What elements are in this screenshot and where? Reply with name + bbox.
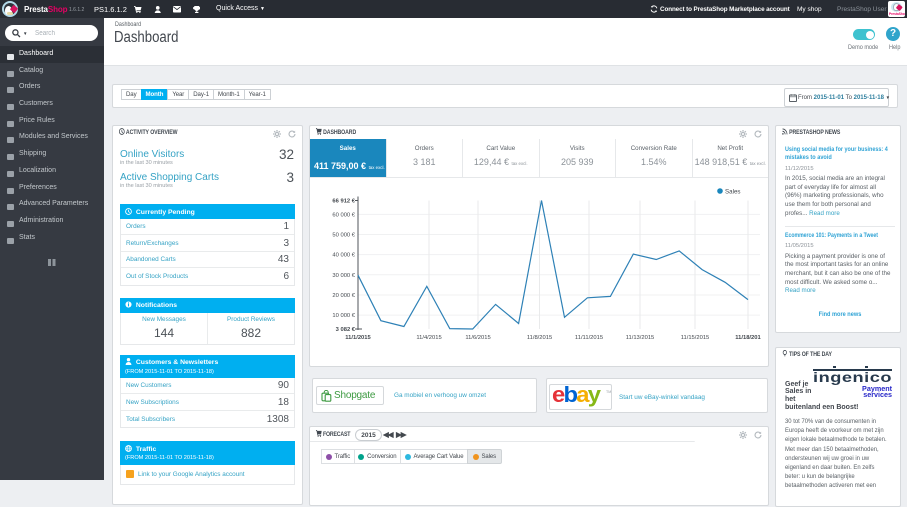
- svg-text:30 000 €: 30 000 €: [332, 273, 355, 279]
- svg-text:11/6/2015: 11/6/2015: [465, 335, 490, 341]
- svg-text:11/18/201: 11/18/201: [735, 335, 761, 341]
- svg-text:11/4/2015: 11/4/2015: [416, 335, 441, 341]
- svg-text:Sales: Sales: [725, 189, 740, 196]
- svg-text:50 000 €: 50 000 €: [332, 233, 355, 239]
- svg-text:40 000 €: 40 000 €: [332, 253, 355, 259]
- svg-text:3 082 €: 3 082 €: [336, 327, 356, 333]
- svg-text:20 000 €: 20 000 €: [332, 293, 355, 299]
- svg-text:11/8/2015: 11/8/2015: [527, 335, 552, 341]
- svg-text:60 000 €: 60 000 €: [332, 212, 355, 218]
- svg-text:11/15/2015: 11/15/2015: [681, 335, 710, 341]
- svg-text:11/13/2015: 11/13/2015: [626, 335, 655, 341]
- svg-text:11/11/2015: 11/11/2015: [575, 335, 603, 341]
- svg-text:10 000 €: 10 000 €: [332, 313, 355, 319]
- svg-text:66 912 €: 66 912 €: [332, 199, 355, 205]
- svg-text:11/1/2015: 11/1/2015: [345, 335, 371, 341]
